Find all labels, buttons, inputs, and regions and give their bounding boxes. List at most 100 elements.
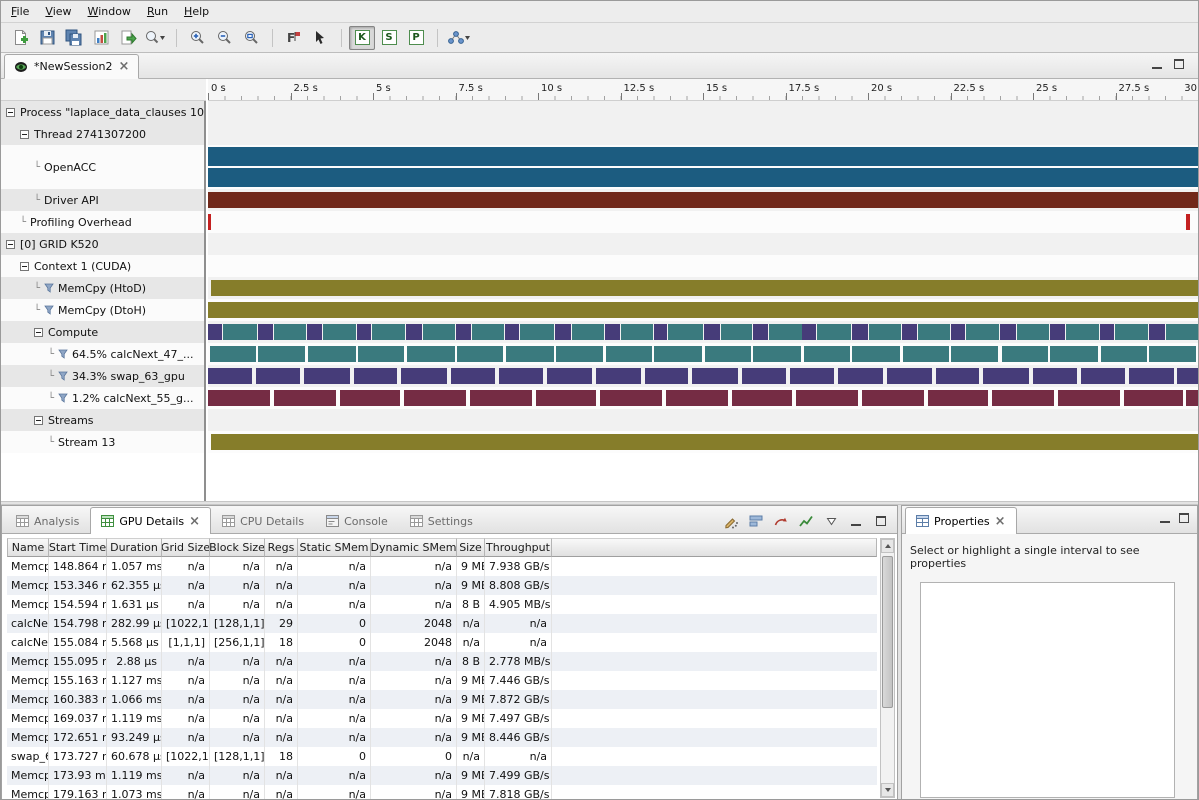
table-row[interactable]: calcNext154.798 ms282.99 µs[1022,1,1][12… [7,614,877,633]
interval-bar[interactable] [1115,324,1149,340]
interval-bar[interactable] [499,368,543,384]
interval-bar[interactable] [951,346,998,362]
interval-bar[interactable] [401,368,447,384]
interval-bar[interactable] [869,324,901,340]
interval-bar[interactable] [208,368,252,384]
save-all-button[interactable] [61,26,87,50]
timeline-row-profiling-overhead[interactable] [208,211,1198,233]
interval-bar[interactable] [983,368,1029,384]
interval-bar[interactable] [704,324,720,340]
tree-row-thread[interactable]: Thread 2741307200 [1,123,204,145]
timeline-row-grid-k520[interactable] [208,233,1198,255]
interval-bar[interactable] [457,346,503,362]
table-row[interactable]: Memcpy155.095 ms2.88 µsn/an/an/an/an/a8 … [7,652,877,671]
timeline-row-memcpy-htod[interactable] [208,277,1198,299]
interval-bar[interactable] [753,324,768,340]
interval-bar[interactable] [692,368,738,384]
tree-row-profiling-overhead[interactable]: └Profiling Overhead [1,211,204,233]
interval-bar[interactable] [887,368,932,384]
table-row[interactable]: Memcpy154.594 ms1.631 µsn/an/an/an/an/a8… [7,595,877,614]
interval-bar[interactable] [721,324,753,340]
interval-bar[interactable] [208,168,1198,187]
interval-bar[interactable] [372,324,405,340]
interval-bar[interactable] [208,147,1198,166]
tree-row-kernel-calcnext47[interactable]: └64.5% calcNext_47_... [1,343,204,365]
interval-bar[interactable] [274,324,306,340]
interval-bar[interactable] [769,324,802,340]
interval-bar[interactable] [547,368,593,384]
interval-bar[interactable] [357,324,371,340]
interval-bar[interactable] [1129,368,1175,384]
profile-flag-button[interactable]: F [280,26,306,50]
interval-bar[interactable] [966,324,999,340]
tree-row-kernel-calcnext55[interactable]: └1.2% calcNext_55_g... [1,387,204,409]
tree-row-memcpy-dtoh[interactable]: └MemCpy (DtoH) [1,299,204,321]
collapse-toggle[interactable] [34,328,43,337]
magnifier-menu-button[interactable] [142,26,168,50]
menu-help[interactable]: Help [176,2,217,21]
interval-bar[interactable] [555,324,571,340]
interval-bar[interactable] [1101,346,1147,362]
tree-row-context-1[interactable]: Context 1 (CUDA) [1,255,204,277]
column-header-start-time[interactable]: Start Time [49,538,107,557]
scrollbar-thumb[interactable] [882,556,893,708]
tab-cpu-details[interactable]: CPU Details [211,508,315,533]
new-session-button[interactable] [7,26,33,50]
interval-bar[interactable] [838,368,884,384]
timeline-row-openacc[interactable] [208,145,1198,189]
interval-bar[interactable] [472,324,504,340]
interval-bar[interactable] [742,368,787,384]
pointer-button[interactable] [307,26,333,50]
tree-row-process[interactable]: Process "laplace_data_clauses 10... [1,101,204,123]
interval-bar[interactable] [1033,368,1078,384]
interval-bar[interactable] [258,346,305,362]
interval-bar[interactable] [936,368,980,384]
interval-bar[interactable] [308,346,356,362]
interval-bar[interactable] [423,324,456,340]
jump-button[interactable] [773,513,789,529]
interval-bar[interactable] [274,390,335,406]
interval-bar[interactable] [1124,390,1183,406]
column-header-block-size[interactable]: Block Size [210,538,265,557]
interval-bar[interactable] [817,324,852,340]
interval-bar[interactable] [407,346,455,362]
interval-bar[interactable] [705,346,751,362]
table-row[interactable]: calcNext155.084 ms5.568 µs[1,1,1][256,1,… [7,633,877,652]
interval-bar[interactable] [605,324,620,340]
interval-bar[interactable] [1186,390,1198,406]
annotate-button[interactable] [723,513,739,529]
interval-bar[interactable] [1166,324,1198,340]
table-row[interactable]: Memcpy153.346 ms62.355 µsn/an/an/an/an/a… [7,576,877,595]
zoom-fit-button[interactable] [238,26,264,50]
interval-bar[interactable] [804,346,850,362]
report-button[interactable] [88,26,114,50]
view-menu-button[interactable] [823,513,839,529]
interval-bar[interactable] [992,390,1054,406]
menu-file[interactable]: File [3,2,37,21]
table-row[interactable]: Memcpy155.163 ms1.127 msn/an/an/an/an/a9… [7,671,877,690]
timeline-row-kernel-calcnext55[interactable] [208,387,1198,409]
timeline-row-context-1[interactable] [208,255,1198,277]
interval-bar[interactable] [654,324,668,340]
interval-bar[interactable] [852,346,900,362]
maximize-icon[interactable] [1179,513,1189,523]
menu-view[interactable]: View [37,2,79,21]
timeline-row-compute[interactable] [208,321,1198,343]
close-icon[interactable]: × [995,515,1006,528]
interval-bar[interactable] [208,192,1198,208]
interval-bar[interactable] [928,390,988,406]
interval-bar[interactable] [753,346,801,362]
interval-bar[interactable] [556,346,603,362]
column-header-regs[interactable]: Regs [265,538,298,557]
tab-analysis[interactable]: Analysis [5,508,90,533]
close-icon[interactable]: × [189,515,200,528]
timeline-ruler[interactable]: 0 s2.5 s5 s7.5 s10 s12.5 s15 s17.5 s20 s… [208,79,1198,101]
scroll-down-button[interactable] [881,783,894,797]
interval-bar[interactable] [536,390,596,406]
interval-bar[interactable] [1050,346,1098,362]
interval-bar[interactable] [211,434,1198,450]
column-header-throughput[interactable]: Throughput [485,538,552,557]
interval-bar[interactable] [470,390,531,406]
interval-bar[interactable] [600,390,662,406]
session-tab[interactable]: *NewSession2 × [4,54,139,79]
